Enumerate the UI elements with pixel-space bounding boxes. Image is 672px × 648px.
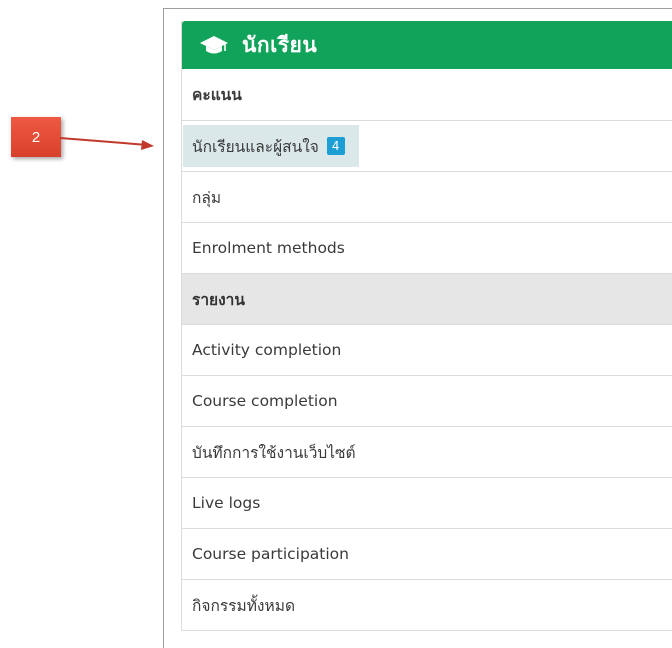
menu-item-grades[interactable]: คะแนน <box>182 69 672 121</box>
step-number: 2 <box>31 128 41 146</box>
menu-item-enrolment-methods[interactable]: Enrolment methods <box>182 223 672 274</box>
menu-item-activity-completion[interactable]: Activity completion <box>182 325 672 376</box>
section-header-reports: รายงาน <box>182 274 672 325</box>
participants-count-badge: 4 <box>326 137 345 155</box>
panel-header: นักเรียน <box>182 21 672 69</box>
step-callout: 2 <box>11 117 61 157</box>
menu-item-logs[interactable]: บันทึกการใช้งานเว็บไซต์ <box>182 427 672 478</box>
student-admin-panel: นักเรียน คะแนน นักเรียนและผู้สนใจ 4 กลุ่… <box>181 21 672 631</box>
menu-item-label: คะแนน <box>192 86 242 104</box>
menu-item-label: บันทึกการใช้งานเว็บไซต์ <box>192 443 356 462</box>
menu-item-label: กลุ่ม <box>192 188 222 207</box>
menu-item-label: Activity completion <box>192 341 342 359</box>
menu-item-live-logs[interactable]: Live logs <box>182 478 672 529</box>
menu-item-course-participation[interactable]: Course participation <box>182 529 672 580</box>
menu-item-label: Live logs <box>192 494 261 512</box>
menu-item-label: Course completion <box>192 392 338 410</box>
menu-item-label: กิจกรรมทั้งหมด <box>192 596 296 615</box>
menu-item-label: Enrolment methods <box>192 239 345 257</box>
highlighted-participants: นักเรียนและผู้สนใจ 4 <box>183 125 359 167</box>
menu-item-label: Course participation <box>192 545 349 563</box>
menu-item-course-completion[interactable]: Course completion <box>182 376 672 427</box>
menu-item-participants[interactable]: นักเรียนและผู้สนใจ 4 <box>182 121 672 172</box>
menu-item-label: นักเรียนและผู้สนใจ <box>192 137 319 156</box>
menu-item-all-activities[interactable]: กิจกรรมทั้งหมด <box>182 580 672 631</box>
panel-title: นักเรียน <box>242 32 318 57</box>
graduation-cap-icon <box>200 36 228 54</box>
section-label: รายงาน <box>192 290 245 309</box>
callout-arrow <box>60 137 154 150</box>
menu-item-groups[interactable]: กลุ่ม <box>182 172 672 223</box>
